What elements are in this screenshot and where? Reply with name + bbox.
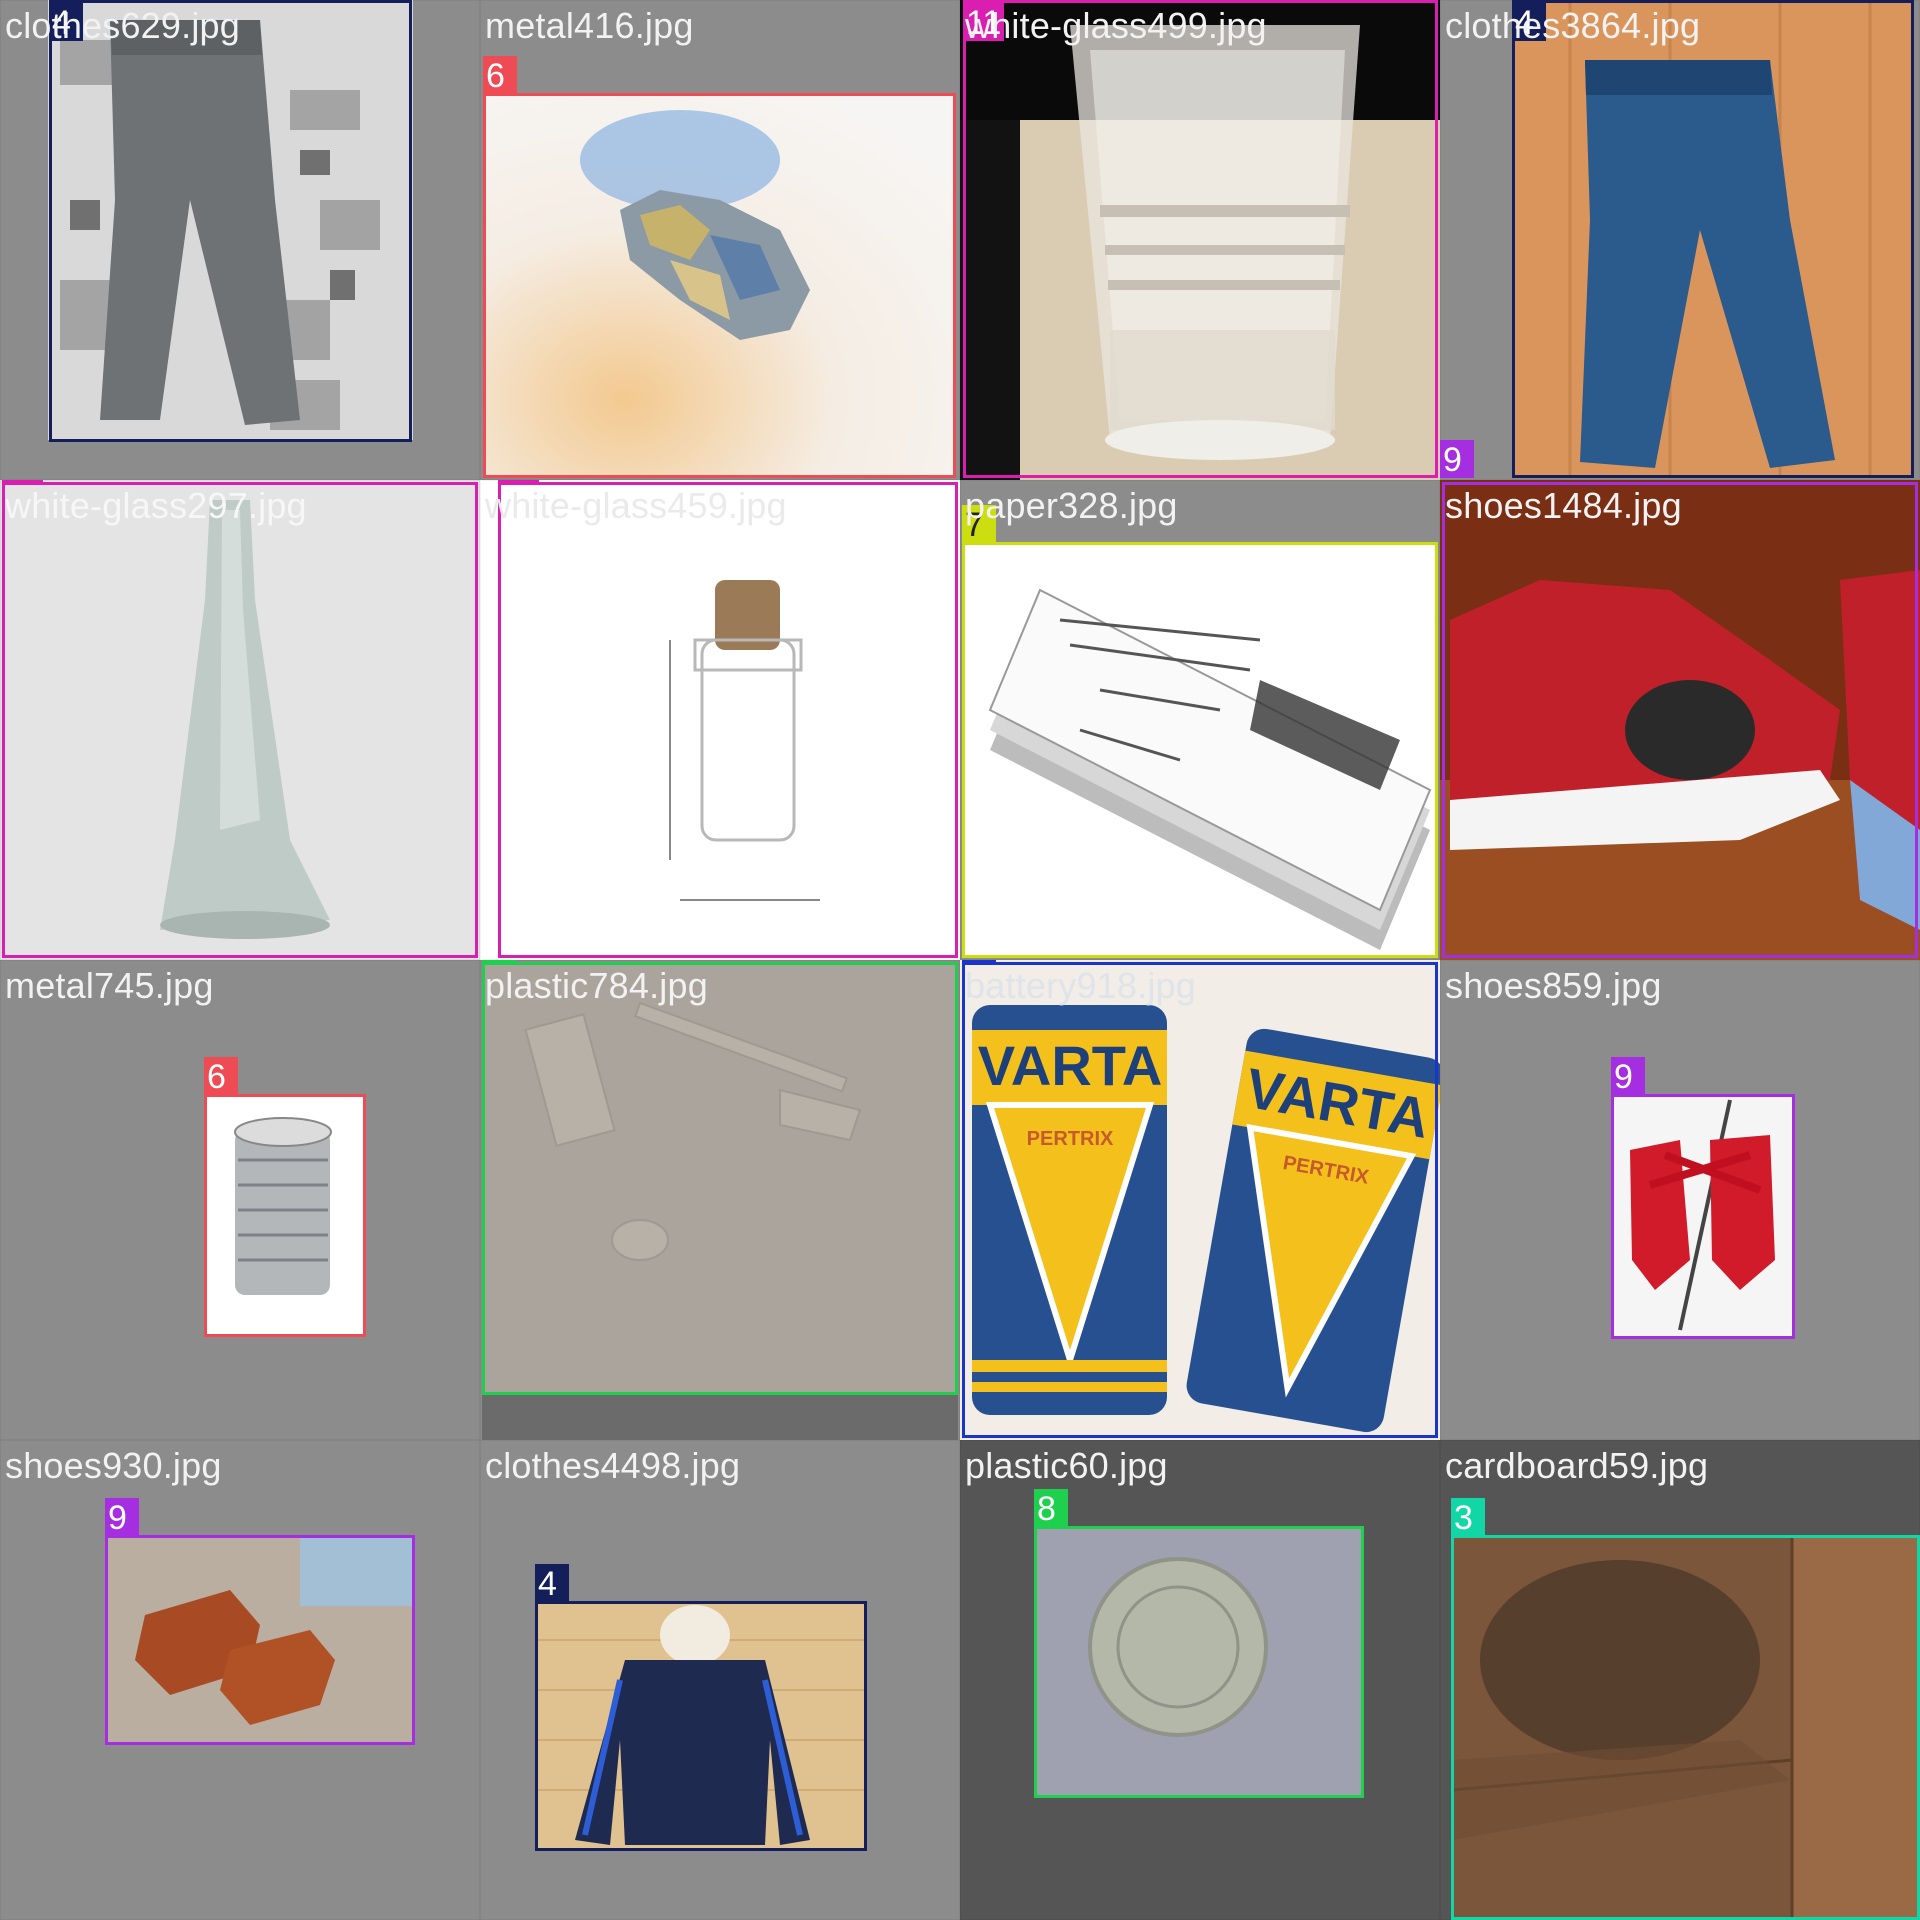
detection-box: 11 xyxy=(498,480,958,958)
image-filename: metal745.jpg xyxy=(5,965,214,1006)
tile-white-glass459: 11 white-glass459.jpg xyxy=(480,480,960,960)
detection-box: 4 xyxy=(1512,0,1914,478)
tile-clothes629: 4 clothes629.jpg xyxy=(0,0,480,480)
image-filename: battery918.jpg xyxy=(965,965,1196,1006)
class-label-tag: 0 xyxy=(962,960,996,964)
tile-shoes859: 9 shoes859.jpg xyxy=(1440,960,1920,1440)
tile-battery918: VARTA PERTRIX VARTA PERTRIX 0 battery918… xyxy=(960,960,1440,1440)
class-label-tag: 9 xyxy=(105,1498,139,1537)
class-label-tag: 4 xyxy=(535,1564,569,1603)
detection-box: 9 xyxy=(105,1498,415,1745)
image-filename: clothes4498.jpg xyxy=(485,1445,741,1486)
tile-plastic60: 8 plastic60.jpg xyxy=(960,1440,1440,1920)
tile-cardboard59: 3 cardboard59.jpg xyxy=(1440,1440,1920,1920)
image-filename: white-glass297.jpg xyxy=(5,485,307,526)
detection-box: 9 xyxy=(1611,1057,1795,1339)
detection-box: 6 xyxy=(204,1057,366,1337)
class-label-tag: 11 xyxy=(2,480,44,484)
tile-plastic784: 8 plastic784.jpg xyxy=(480,960,960,1440)
tile-metal745: 6 metal745.jpg xyxy=(0,960,480,1440)
image-filename: shoes859.jpg xyxy=(1445,965,1662,1006)
detection-box: 0 xyxy=(962,960,1438,1438)
tile-shoes1484: shoes1484.jpg xyxy=(1440,480,1920,960)
image-filename: clothes629.jpg xyxy=(5,5,240,46)
class-label-tag: 6 xyxy=(483,56,517,95)
detection-box: 4 xyxy=(535,1564,867,1851)
tile-shoes930: 9 shoes930.jpg xyxy=(0,1440,480,1920)
class-label-tag: 3 xyxy=(1451,1498,1485,1537)
detection-box: 4 xyxy=(49,0,412,442)
image-filename: plastic60.jpg xyxy=(965,1445,1168,1486)
class-label-tag: 9 xyxy=(1611,1057,1645,1096)
detection-box: 3 xyxy=(1451,1498,1920,1920)
detection-box: 11 xyxy=(2,480,478,958)
detection-box: 11 xyxy=(963,0,1438,478)
image-filename: plastic784.jpg xyxy=(485,965,708,1006)
tile-metal416: 6 metal416.jpg xyxy=(480,0,960,480)
tile-paper328: 7 paper328.jpg xyxy=(960,480,1440,960)
image-filename: paper328.jpg xyxy=(965,485,1178,526)
image-filename: cardboard59.jpg xyxy=(1445,1445,1709,1486)
image-filename: white-glass499.jpg xyxy=(965,5,1267,46)
detection-box xyxy=(1442,482,1918,958)
image-filename: clothes3864.jpg xyxy=(1445,5,1701,46)
detection-mosaic: 4 clothes629.jpg 6 metal416.jpg 11 white… xyxy=(0,0,1920,1920)
class-label-tag: 11 xyxy=(498,480,540,484)
image-filename: white-glass459.jpg xyxy=(485,485,787,526)
class-label-tag: 8 xyxy=(1034,1489,1068,1528)
image-filename: shoes930.jpg xyxy=(5,1445,222,1486)
class-label-tag: 6 xyxy=(204,1057,238,1096)
tile-white-glass297: 11 white-glass297.jpg xyxy=(0,480,480,960)
class-label-tag: 9 xyxy=(1440,440,1474,479)
detection-box: 7 xyxy=(962,505,1438,958)
tile-white-glass499: 11 white-glass499.jpg xyxy=(960,0,1440,480)
image-filename: metal416.jpg xyxy=(485,5,694,46)
class-label-tag: 8 xyxy=(482,960,516,964)
tile-clothes4498: 4 clothes4498.jpg xyxy=(480,1440,960,1920)
detection-box: 8 xyxy=(1034,1489,1364,1798)
image-filename: shoes1484.jpg xyxy=(1445,485,1682,526)
detection-box: 6 xyxy=(483,56,956,478)
detection-box: 8 xyxy=(482,960,958,1395)
tile-clothes3864: 4 9 clothes3864.jpg xyxy=(1440,0,1920,480)
